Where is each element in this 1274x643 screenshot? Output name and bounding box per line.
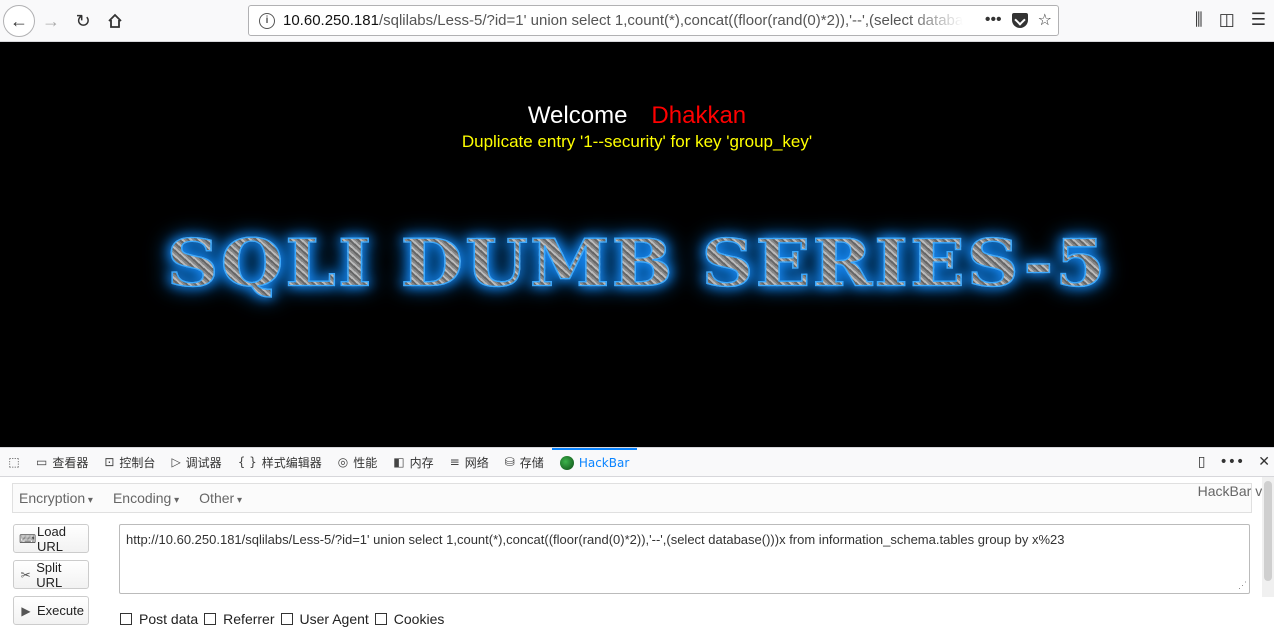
option-label: Cookies bbox=[393, 611, 445, 627]
option-label: Referrer bbox=[223, 611, 275, 627]
home-icon bbox=[108, 13, 122, 28]
resize-handle-icon[interactable]: ⋰ bbox=[1238, 580, 1247, 591]
url-text[interactable]: 10.60.250.181/sqlilabs/Less-5/?id=1' uni… bbox=[283, 12, 963, 29]
library-icon[interactable]: ⫼ bbox=[1195, 10, 1203, 30]
memory-icon: ◧ bbox=[393, 455, 405, 469]
hackbar-menu: Encryption Encoding Other bbox=[12, 483, 1252, 513]
tab-performance[interactable]: ◎ 性能 bbox=[330, 448, 386, 476]
welcome-line: Welcome Dhakkan bbox=[0, 102, 1274, 130]
tab-style-editor[interactable]: { } 样式编辑器 bbox=[230, 448, 330, 476]
load-url-icon: ⌨ bbox=[19, 531, 37, 546]
menu-encryption[interactable]: Encryption bbox=[19, 490, 93, 506]
menu-icon[interactable]: ☰ bbox=[1251, 10, 1266, 30]
tab-label: HackBar bbox=[578, 456, 630, 470]
play-icon: ▶ bbox=[21, 603, 31, 618]
element-picker-icon: ⬚ bbox=[8, 455, 20, 469]
reload-icon: ↻ bbox=[75, 10, 91, 31]
address-bar[interactable]: i 10.60.250.181/sqlilabs/Less-5/?id=1' u… bbox=[248, 5, 1059, 36]
tab-label: 存储 bbox=[519, 455, 544, 470]
sidebar-icon[interactable]: ◫ bbox=[1219, 10, 1235, 30]
tab-label: 控制台 bbox=[119, 455, 156, 470]
storage-icon: ⛁ bbox=[504, 455, 515, 469]
pocket-icon[interactable] bbox=[1011, 12, 1028, 28]
tab-debugger[interactable]: ▷ 调试器 bbox=[163, 448, 229, 476]
tab-label: 样式编辑器 bbox=[261, 455, 322, 470]
option-cookies[interactable]: Cookies bbox=[374, 611, 445, 627]
option-user-agent[interactable]: User Agent bbox=[280, 611, 369, 627]
devtools-more-icon[interactable]: ••• bbox=[1219, 454, 1244, 470]
forward-icon: → bbox=[42, 10, 60, 31]
execute-button[interactable]: ▶ Execute bbox=[13, 596, 89, 625]
performance-icon: ◎ bbox=[337, 455, 349, 469]
bookmark-star-icon[interactable]: ☆ bbox=[1038, 10, 1052, 30]
button-label: Split URL bbox=[36, 559, 63, 590]
tab-label: 查看器 bbox=[52, 455, 89, 470]
forward-button[interactable]: → bbox=[36, 6, 66, 36]
hackbar-url-value: http://10.60.250.181/sqlilabs/Less-5/?id… bbox=[126, 532, 1065, 547]
menu-other[interactable]: Other bbox=[199, 490, 242, 506]
cookies-checkbox[interactable] bbox=[374, 613, 387, 625]
tab-label: 网络 bbox=[464, 455, 489, 470]
home-button[interactable] bbox=[100, 6, 130, 36]
option-label: User Agent bbox=[299, 611, 369, 627]
network-icon: ≡ bbox=[449, 455, 460, 469]
dock-icon[interactable]: ▯ bbox=[1198, 454, 1206, 470]
option-post-data[interactable]: Post data bbox=[120, 611, 198, 627]
referrer-checkbox[interactable] bbox=[204, 613, 217, 625]
hackbar-url-input[interactable]: http://10.60.250.181/sqlilabs/Less-5/?id… bbox=[119, 524, 1250, 594]
user-agent-checkbox[interactable] bbox=[280, 613, 293, 625]
tab-label: 调试器 bbox=[185, 455, 222, 470]
split-url-button[interactable]: ✂ Split URL bbox=[13, 559, 89, 590]
more-icon[interactable]: ••• bbox=[985, 11, 1002, 29]
tab-network[interactable]: ≡ 网络 bbox=[442, 448, 497, 476]
page-content: Welcome Dhakkan Duplicate entry '1--secur… bbox=[0, 42, 1274, 447]
scissors-icon: ✂ bbox=[20, 567, 31, 582]
scrollbar-thumb[interactable] bbox=[1264, 481, 1272, 581]
button-label: Execute bbox=[37, 603, 84, 618]
tab-hackbar[interactable]: HackBar bbox=[551, 448, 638, 476]
tab-memory[interactable]: ◧ 内存 bbox=[385, 448, 441, 476]
url-path: /sqlilabs/Less-5/?id=1' union select 1,c… bbox=[378, 12, 963, 29]
debugger-icon: ▷ bbox=[171, 455, 181, 469]
hackbar-panel: Encryption Encoding Other HackBar v1 ⌨Lo… bbox=[0, 477, 1274, 643]
reload-button[interactable]: ↻ bbox=[68, 6, 98, 36]
load-url-button[interactable]: ⌨ Load URL bbox=[13, 523, 89, 554]
tab-label: 内存 bbox=[409, 455, 434, 470]
hackbar-options: Post data Referrer User Agent Cookies bbox=[120, 611, 450, 627]
devtools-tabbar: ⬚ ▭ 查看器 ⊡ 控制台 ▷ 调试器 { } 样式编辑器 ◎ 性能 ◧ 内存 ≡ 网络 ⛁ 存… bbox=[0, 447, 1274, 477]
tab-console[interactable]: ⊡ 控制台 bbox=[96, 448, 163, 476]
element-picker-button[interactable]: ⬚ bbox=[0, 448, 28, 476]
back-button[interactable]: ← bbox=[3, 5, 35, 37]
sql-error-message: Duplicate entry '1--security' for key 'g… bbox=[461, 132, 813, 151]
back-icon: ← bbox=[10, 10, 28, 31]
tab-inspector[interactable]: ▭ 查看器 bbox=[28, 448, 96, 476]
menu-encoding[interactable]: Encoding bbox=[113, 490, 179, 506]
tab-label: 性能 bbox=[353, 455, 378, 470]
welcome-text: Welcome bbox=[527, 102, 628, 129]
option-label: Post data bbox=[139, 611, 199, 627]
series-banner: SQLI DUMB SERIES-5 bbox=[0, 224, 1274, 302]
post-data-checkbox[interactable] bbox=[120, 613, 132, 625]
hackbar-icon bbox=[559, 456, 574, 470]
browser-toolbar: ← → ↻ i 10.60.250.181/sqlilabs/Less-5/?i… bbox=[0, 0, 1274, 42]
button-label: Load URL bbox=[37, 523, 66, 554]
inspector-icon: ▭ bbox=[36, 455, 48, 469]
url-host: 10.60.250.181 bbox=[283, 12, 379, 29]
user-name: Dhakkan bbox=[651, 102, 747, 129]
console-icon: ⊡ bbox=[104, 455, 115, 469]
option-referrer[interactable]: Referrer bbox=[204, 611, 275, 627]
close-icon[interactable]: ✕ bbox=[1258, 454, 1270, 470]
tab-storage[interactable]: ⛁ 存储 bbox=[497, 448, 552, 476]
style-editor-icon: { } bbox=[237, 455, 257, 469]
panel-scrollbar[interactable] bbox=[1262, 477, 1274, 597]
hackbar-version: HackBar v1 bbox=[1197, 483, 1270, 499]
info-icon[interactable]: i bbox=[259, 12, 275, 29]
